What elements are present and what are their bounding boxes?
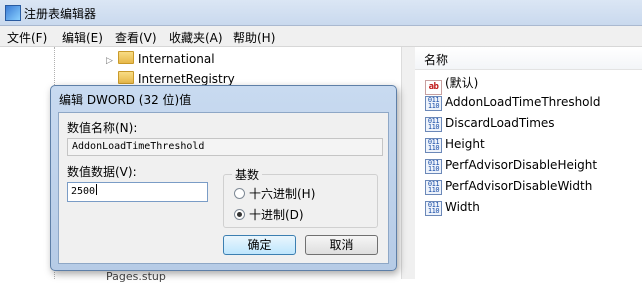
- value-name-label: 数值名称(N):: [67, 121, 138, 135]
- value-name: PerfAdvisorDisableWidth: [445, 179, 593, 193]
- value-row-height[interactable]: 011 110 Height: [425, 137, 485, 157]
- tree-node-partial[interactable]: Pages.stup: [106, 270, 166, 283]
- menu-edit[interactable]: 编辑(E): [62, 29, 103, 46]
- radio-hexadecimal[interactable]: 十六进制(H): [234, 185, 315, 202]
- value-name: PerfAdvisorDisableHeight: [445, 158, 598, 172]
- dword-value-icon: 011 110: [425, 180, 442, 195]
- value-data-label: 数值数据(V):: [67, 165, 137, 179]
- tree-node-label: Pages.stup: [106, 270, 166, 283]
- value-name: AddonLoadTimeThreshold: [445, 95, 601, 109]
- radio-hex-label: 十六进制(H): [249, 187, 316, 201]
- value-row-perfadvisordisablewidth[interactable]: 011 110 PerfAdvisorDisableWidth: [425, 179, 592, 199]
- value-name-field: AddonLoadTimeThreshold: [67, 138, 383, 156]
- menu-help[interactable]: 帮助(H): [233, 29, 275, 46]
- dword-value-icon: 011 110: [425, 96, 442, 111]
- cancel-button[interactable]: 取消: [305, 235, 378, 255]
- values-pane: 名称 ab (默认) 011 110 AddonLoadTimeThreshold 0…: [415, 47, 642, 279]
- folder-icon: [118, 71, 134, 84]
- value-name: Height: [445, 137, 485, 151]
- tree-node-internetregistry[interactable]: InternetRegistry: [106, 71, 235, 86]
- radio-off-icon[interactable]: [234, 188, 245, 199]
- dword-value-icon: 011 110: [425, 201, 442, 216]
- title-bar: 注册表编辑器: [0, 0, 642, 26]
- expand-arrow-icon[interactable]: ▷: [106, 56, 116, 66]
- menu-bar: 文件(F) 编辑(E) 查看(V) 收藏夹(A) 帮助(H): [0, 26, 642, 47]
- tree-node-label: InternetRegistry: [138, 72, 235, 86]
- menu-favorites[interactable]: 收藏夹(A): [169, 29, 223, 46]
- radio-decimal[interactable]: 十进制(D): [234, 206, 304, 223]
- value-data-input[interactable]: 2500: [67, 182, 208, 202]
- base-group: 基数 十六进制(H) 十进制(D): [223, 166, 378, 228]
- base-group-label: 基数: [232, 166, 263, 183]
- dword-value-icon: 011 110: [425, 159, 442, 174]
- ok-button[interactable]: 确定: [223, 235, 296, 255]
- dword-value-icon: 011 110: [425, 138, 442, 153]
- menu-view[interactable]: 查看(V): [115, 29, 157, 46]
- value-name: DiscardLoadTimes: [445, 116, 555, 130]
- value-row-width[interactable]: 011 110 Width: [425, 200, 480, 220]
- value-name: (默认): [445, 76, 479, 90]
- radio-on-icon[interactable]: [234, 209, 245, 220]
- tree-node-international[interactable]: ▷ International: [106, 51, 215, 66]
- dialog-body: 数值名称(N): AddonLoadTimeThreshold 数值数据(V):…: [58, 112, 389, 264]
- value-row-perfadvisordisableheight[interactable]: 011 110 PerfAdvisorDisableHeight: [425, 158, 597, 178]
- text-caret: [96, 184, 98, 195]
- folder-icon: [118, 51, 134, 64]
- edit-dword-dialog: 编辑 DWORD (32 位)值 数值名称(N): AddonLoadTimeT…: [50, 85, 397, 271]
- value-row-discardloadtimes[interactable]: 011 110 DiscardLoadTimes: [425, 116, 555, 136]
- value-data-text: 2500: [71, 186, 96, 197]
- dialog-title: 编辑 DWORD (32 位)值: [59, 93, 192, 107]
- tree-scrollbar[interactable]: [401, 47, 415, 279]
- string-value-icon: ab: [425, 80, 442, 95]
- value-row-addonloadtimethreshold[interactable]: 011 110 AddonLoadTimeThreshold: [425, 95, 600, 115]
- regedit-icon: [5, 5, 21, 21]
- radio-dec-label: 十进制(D): [249, 208, 304, 222]
- tree-node-label: International: [138, 52, 215, 66]
- name-column-header[interactable]: 名称: [415, 47, 642, 70]
- dword-value-icon: 011 110: [425, 117, 442, 132]
- column-header-label: 名称: [424, 53, 449, 67]
- value-row-default[interactable]: ab (默认): [425, 74, 479, 95]
- menu-file[interactable]: 文件(F): [7, 29, 47, 46]
- window-title: 注册表编辑器: [24, 7, 97, 21]
- value-name: Width: [445, 200, 480, 214]
